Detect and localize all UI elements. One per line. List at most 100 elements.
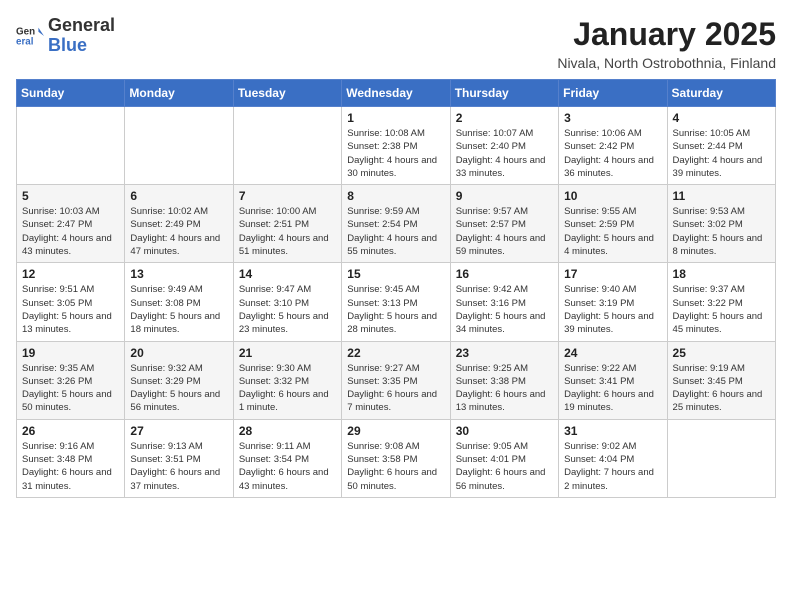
calendar-cell: 13 Sunrise: 9:49 AM Sunset: 3:08 PM Dayli…	[125, 263, 233, 341]
calendar-cell: 9 Sunrise: 9:57 AM Sunset: 2:57 PM Daylig…	[450, 185, 558, 263]
logo-general: General	[48, 16, 115, 36]
calendar-cell	[667, 419, 775, 497]
day-info: Sunrise: 9:32 AM Sunset: 3:29 PM Dayligh…	[130, 362, 227, 415]
calendar-cell: 17 Sunrise: 9:40 AM Sunset: 3:19 PM Dayli…	[559, 263, 667, 341]
calendar-cell: 24 Sunrise: 9:22 AM Sunset: 3:41 PM Dayli…	[559, 341, 667, 419]
calendar-cell: 19 Sunrise: 9:35 AM Sunset: 3:26 PM Dayli…	[17, 341, 125, 419]
calendar-cell: 23 Sunrise: 9:25 AM Sunset: 3:38 PM Dayli…	[450, 341, 558, 419]
day-number: 4	[673, 111, 770, 125]
day-number: 17	[564, 267, 661, 281]
day-number: 3	[564, 111, 661, 125]
day-number: 1	[347, 111, 444, 125]
day-info: Sunrise: 9:25 AM Sunset: 3:38 PM Dayligh…	[456, 362, 553, 415]
day-info: Sunrise: 9:08 AM Sunset: 3:58 PM Dayligh…	[347, 440, 444, 493]
weekday-header-cell: Wednesday	[342, 80, 450, 107]
day-info: Sunrise: 9:57 AM Sunset: 2:57 PM Dayligh…	[456, 205, 553, 258]
day-info: Sunrise: 9:47 AM Sunset: 3:10 PM Dayligh…	[239, 283, 336, 336]
weekday-header-cell: Sunday	[17, 80, 125, 107]
day-number: 11	[673, 189, 770, 203]
calendar-cell: 14 Sunrise: 9:47 AM Sunset: 3:10 PM Dayli…	[233, 263, 341, 341]
calendar-cell	[17, 107, 125, 185]
day-number: 6	[130, 189, 227, 203]
day-info: Sunrise: 9:02 AM Sunset: 4:04 PM Dayligh…	[564, 440, 661, 493]
calendar-table: SundayMondayTuesdayWednesdayThursdayFrid…	[16, 79, 776, 498]
calendar-cell: 15Sunrise: 9:45 AM Sunset: 3:13 PM Dayli…	[342, 263, 450, 341]
calendar-cell	[125, 107, 233, 185]
day-number: 21	[239, 346, 336, 360]
day-info: Sunrise: 9:11 AM Sunset: 3:54 PM Dayligh…	[239, 440, 336, 493]
weekday-header-cell: Thursday	[450, 80, 558, 107]
day-number: 9	[456, 189, 553, 203]
calendar-cell: 10Sunrise: 9:55 AM Sunset: 2:59 PM Dayli…	[559, 185, 667, 263]
calendar-cell: 28 Sunrise: 9:11 AM Sunset: 3:54 PM Dayli…	[233, 419, 341, 497]
calendar-cell: 16 Sunrise: 9:42 AM Sunset: 3:16 PM Dayli…	[450, 263, 558, 341]
day-info: Sunrise: 9:49 AM Sunset: 3:08 PM Dayligh…	[130, 283, 227, 336]
day-info: Sunrise: 10:05 AM Sunset: 2:44 PM Daylig…	[673, 127, 770, 180]
calendar-cell: 29 Sunrise: 9:08 AM Sunset: 3:58 PM Dayli…	[342, 419, 450, 497]
calendar-week-row: 1 Sunrise: 10:08 AM Sunset: 2:38 PM Dayli…	[17, 107, 776, 185]
day-info: Sunrise: 9:45 AM Sunset: 3:13 PM Dayligh…	[347, 283, 444, 336]
day-number: 23	[456, 346, 553, 360]
calendar-body: 1 Sunrise: 10:08 AM Sunset: 2:38 PM Dayli…	[17, 107, 776, 498]
day-number: 19	[22, 346, 119, 360]
calendar-cell: 21 Sunrise: 9:30 AM Sunset: 3:32 PM Dayli…	[233, 341, 341, 419]
day-info: Sunrise: 9:37 AM Sunset: 3:22 PM Dayligh…	[673, 283, 770, 336]
calendar-cell: 31 Sunrise: 9:02 AM Sunset: 4:04 PM Dayli…	[559, 419, 667, 497]
day-info: Sunrise: 9:19 AM Sunset: 3:45 PM Dayligh…	[673, 362, 770, 415]
calendar-cell: 30 Sunrise: 9:05 AM Sunset: 4:01 PM Dayli…	[450, 419, 558, 497]
calendar-cell	[233, 107, 341, 185]
day-info: Sunrise: 9:27 AM Sunset: 3:35 PM Dayligh…	[347, 362, 444, 415]
calendar-week-row: 12Sunrise: 9:51 AM Sunset: 3:05 PM Dayli…	[17, 263, 776, 341]
location-title: Nivala, North Ostrobothnia, Finland	[557, 55, 776, 71]
calendar-cell: 3 Sunrise: 10:06 AM Sunset: 2:42 PM Dayli…	[559, 107, 667, 185]
day-info: Sunrise: 9:53 AM Sunset: 3:02 PM Dayligh…	[673, 205, 770, 258]
day-number: 18	[673, 267, 770, 281]
day-info: Sunrise: 10:02 AM Sunset: 2:49 PM Daylig…	[130, 205, 227, 258]
day-number: 13	[130, 267, 227, 281]
day-info: Sunrise: 10:06 AM Sunset: 2:42 PM Daylig…	[564, 127, 661, 180]
day-number: 29	[347, 424, 444, 438]
day-info: Sunrise: 9:22 AM Sunset: 3:41 PM Dayligh…	[564, 362, 661, 415]
day-number: 26	[22, 424, 119, 438]
day-info: Sunrise: 9:55 AM Sunset: 2:59 PM Dayligh…	[564, 205, 661, 258]
day-number: 16	[456, 267, 553, 281]
day-number: 8	[347, 189, 444, 203]
day-info: Sunrise: 9:42 AM Sunset: 3:16 PM Dayligh…	[456, 283, 553, 336]
day-number: 28	[239, 424, 336, 438]
day-info: Sunrise: 10:03 AM Sunset: 2:47 PM Daylig…	[22, 205, 119, 258]
day-number: 7	[239, 189, 336, 203]
calendar-week-row: 19 Sunrise: 9:35 AM Sunset: 3:26 PM Dayli…	[17, 341, 776, 419]
day-info: Sunrise: 9:35 AM Sunset: 3:26 PM Dayligh…	[22, 362, 119, 415]
day-number: 25	[673, 346, 770, 360]
calendar-week-row: 26 Sunrise: 9:16 AM Sunset: 3:48 PM Dayli…	[17, 419, 776, 497]
day-info: Sunrise: 9:13 AM Sunset: 3:51 PM Dayligh…	[130, 440, 227, 493]
calendar-cell: 5Sunrise: 10:03 AM Sunset: 2:47 PM Dayli…	[17, 185, 125, 263]
month-title: January 2025	[557, 16, 776, 53]
calendar-cell: 2Sunrise: 10:07 AM Sunset: 2:40 PM Dayli…	[450, 107, 558, 185]
calendar-week-row: 5Sunrise: 10:03 AM Sunset: 2:47 PM Dayli…	[17, 185, 776, 263]
day-info: Sunrise: 9:16 AM Sunset: 3:48 PM Dayligh…	[22, 440, 119, 493]
day-info: Sunrise: 10:08 AM Sunset: 2:38 PM Daylig…	[347, 127, 444, 180]
weekday-header-cell: Tuesday	[233, 80, 341, 107]
logo-icon: Gen eral	[16, 22, 44, 50]
day-info: Sunrise: 9:40 AM Sunset: 3:19 PM Dayligh…	[564, 283, 661, 336]
day-number: 31	[564, 424, 661, 438]
calendar-cell: 27Sunrise: 9:13 AM Sunset: 3:51 PM Dayli…	[125, 419, 233, 497]
calendar-cell: 26 Sunrise: 9:16 AM Sunset: 3:48 PM Dayli…	[17, 419, 125, 497]
day-info: Sunrise: 9:30 AM Sunset: 3:32 PM Dayligh…	[239, 362, 336, 415]
calendar-cell: 7Sunrise: 10:00 AM Sunset: 2:51 PM Dayli…	[233, 185, 341, 263]
logo: Gen eral General Blue	[16, 16, 115, 56]
day-info: Sunrise: 9:59 AM Sunset: 2:54 PM Dayligh…	[347, 205, 444, 258]
calendar-cell: 8 Sunrise: 9:59 AM Sunset: 2:54 PM Daylig…	[342, 185, 450, 263]
day-number: 24	[564, 346, 661, 360]
day-info: Sunrise: 9:05 AM Sunset: 4:01 PM Dayligh…	[456, 440, 553, 493]
weekday-header-cell: Saturday	[667, 80, 775, 107]
svg-text:eral: eral	[16, 36, 34, 47]
calendar-cell: 11 Sunrise: 9:53 AM Sunset: 3:02 PM Dayli…	[667, 185, 775, 263]
day-number: 30	[456, 424, 553, 438]
day-number: 14	[239, 267, 336, 281]
page-header: Gen eral General Blue January 2025 Nival…	[16, 16, 776, 71]
title-section: January 2025 Nivala, North Ostrobothnia,…	[557, 16, 776, 71]
calendar-cell: 6 Sunrise: 10:02 AM Sunset: 2:49 PM Dayli…	[125, 185, 233, 263]
logo-blue: Blue	[48, 36, 115, 56]
